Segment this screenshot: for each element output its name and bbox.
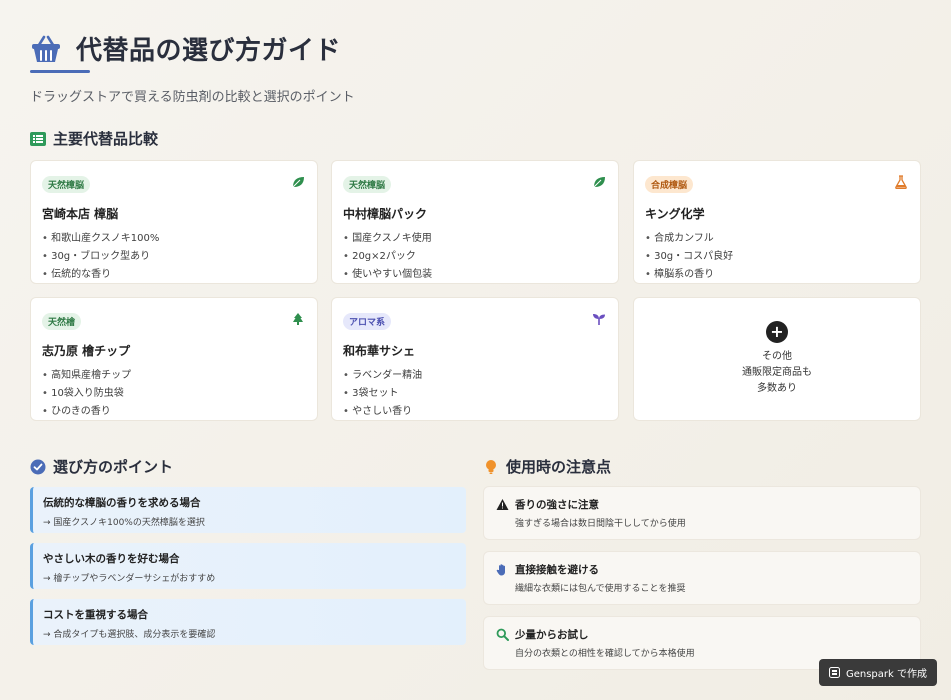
- product-name: キング化学: [645, 207, 705, 221]
- point-item: やさしい木の香りを好む場合 → 檜チップやラベンダーサシェがおすすめ: [30, 543, 466, 589]
- cautions-heading-text: 使用時の注意点: [506, 458, 612, 476]
- product-card[interactable]: 合成樟脳 キング化学 合成カンフル 30g・コスパ良好 樟脳系の香り: [633, 160, 921, 284]
- point-desc: → 国産クスノキ100%の天然樟脳を選択: [43, 518, 205, 528]
- product-name: 和布華サシェ: [343, 344, 416, 358]
- cautions-heading: 使用時の注意点: [483, 456, 611, 477]
- check-circle-icon: [30, 459, 46, 475]
- caution-title: 少量からお試し: [515, 629, 589, 641]
- feature-item: 10袋入り防虫袋: [42, 385, 306, 403]
- hand-icon: [496, 563, 509, 576]
- lightbulb-icon: [483, 459, 499, 475]
- point-title: 伝統的な樟脳の香りを求める場合: [43, 497, 201, 509]
- other-line: その他: [762, 351, 792, 362]
- list-icon: [30, 131, 46, 147]
- sprout-icon: [593, 314, 605, 325]
- category-badge: 天然樟脳: [42, 176, 91, 193]
- feature-item: 伝統的な香り: [42, 266, 306, 284]
- caution-item: 香りの強さに注意 強すぎる場合は数日間陰干ししてから使用: [483, 486, 921, 540]
- product-name: 志乃原 檜チップ: [42, 344, 131, 358]
- caution-title: 香りの強さに注意: [515, 499, 599, 511]
- caution-item: 直接接触を避ける 繊細な衣類には包んで使用することを推奨: [483, 551, 921, 605]
- category-badge: 天然檜: [42, 313, 82, 330]
- genspark-badge[interactable]: Genspark で作成: [818, 659, 937, 686]
- caution-desc: 強すぎる場合は数日間陰干ししてから使用: [515, 519, 686, 529]
- category-badge: アロマ系: [343, 313, 392, 330]
- search-icon: [496, 628, 509, 641]
- tree-icon: [293, 313, 303, 325]
- page-subtitle: ドラッグストアで買える防虫剤の比較と選択のポイント: [30, 90, 355, 105]
- feature-item: 使いやすい個包装: [343, 266, 607, 284]
- feature-item: 高知県産檜チップ: [42, 367, 306, 385]
- flask-icon: [895, 175, 907, 189]
- warning-icon: [496, 498, 509, 511]
- basket-icon: [32, 35, 60, 62]
- comparison-heading-text: 主要代替品比較: [53, 130, 159, 148]
- title-underline: [30, 70, 90, 73]
- feature-list: 国産クスノキ使用 20g×2パック 使いやすい個包装: [343, 230, 607, 284]
- feature-list: 高知県産檜チップ 10袋入り防虫袋 ひのきの香り: [42, 367, 306, 421]
- feature-item: 樟脳系の香り: [645, 266, 909, 284]
- page-title: 代替品の選び方ガイド: [76, 36, 342, 66]
- feature-item: 合成カンフル: [645, 230, 909, 248]
- category-badge: 合成樟脳: [645, 176, 694, 193]
- leaf-icon: [292, 177, 304, 188]
- caution-desc: 繊細な衣類には包んで使用することを推奨: [515, 584, 686, 594]
- other-line: 通販限定商品も: [742, 367, 812, 378]
- product-name: 中村樟脳パック: [343, 207, 428, 221]
- point-item: 伝統的な樟脳の香りを求める場合 → 国産クスノキ100%の天然樟脳を選択: [30, 487, 466, 533]
- feature-item: 3袋セット: [343, 385, 607, 403]
- feature-item: 和歌山産クスノキ100%: [42, 230, 306, 248]
- genspark-logo-icon: [828, 667, 840, 678]
- page-header: 代替品の選び方ガイド: [30, 30, 341, 67]
- genspark-badge-text: Genspark で作成: [845, 669, 927, 680]
- points-heading: 選び方のポイント: [30, 456, 173, 477]
- points-heading-text: 選び方のポイント: [53, 458, 174, 476]
- caution-title: 直接接触を避ける: [515, 564, 599, 576]
- leaf-icon: [593, 177, 605, 188]
- point-desc: → 合成タイプも選択肢、成分表示を要確認: [43, 630, 216, 640]
- feature-item: 30g・ブロック型あり: [42, 248, 306, 266]
- point-desc: → 檜チップやラベンダーサシェがおすすめ: [43, 574, 216, 584]
- comparison-heading: 主要代替品比較: [30, 128, 158, 149]
- feature-list: ラベンダー精油 3袋セット やさしい香り: [343, 367, 607, 421]
- feature-item: やさしい香り: [343, 403, 607, 421]
- feature-item: ひのきの香り: [42, 403, 306, 421]
- point-item: コストを重視する場合 → 合成タイプも選択肢、成分表示を要確認: [30, 599, 466, 645]
- caution-desc: 自分の衣類との相性を確認してから本格使用: [515, 649, 695, 659]
- product-card[interactable]: 天然樟脳 中村樟脳パック 国産クスノキ使用 20g×2パック 使いやすい個包装: [331, 160, 619, 284]
- category-badge: 天然樟脳: [343, 176, 392, 193]
- feature-item: 20g×2パック: [343, 248, 607, 266]
- feature-list: 和歌山産クスノキ100% 30g・ブロック型あり 伝統的な香り: [42, 230, 306, 284]
- product-card[interactable]: 天然檜 志乃原 檜チップ 高知県産檜チップ 10袋入り防虫袋 ひのきの香り: [30, 297, 318, 421]
- feature-list: 合成カンフル 30g・コスパ良好 樟脳系の香り: [645, 230, 909, 284]
- other-products-card[interactable]: + その他 通販限定商品も 多数あり: [633, 297, 921, 421]
- feature-item: 30g・コスパ良好: [645, 248, 909, 266]
- other-line: 多数あり: [757, 383, 797, 394]
- product-card[interactable]: アロマ系 和布華サシェ ラベンダー精油 3袋セット やさしい香り: [331, 297, 619, 421]
- point-title: コストを重視する場合: [43, 609, 148, 621]
- other-products-text: その他 通販限定商品も 多数あり: [742, 349, 812, 397]
- product-card[interactable]: 天然樟脳 宮崎本店 樟脳 和歌山産クスノキ100% 30g・ブロック型あり 伝統…: [30, 160, 318, 284]
- product-name: 宮崎本店 樟脳: [42, 207, 119, 221]
- page: 代替品の選び方ガイド ドラッグストアで買える防虫剤の比較と選択のポイント 主要代…: [30, 0, 921, 700]
- point-title: やさしい木の香りを好む場合: [43, 553, 180, 565]
- plus-icon: +: [766, 321, 788, 343]
- feature-item: 国産クスノキ使用: [343, 230, 607, 248]
- feature-item: ラベンダー精油: [343, 367, 607, 385]
